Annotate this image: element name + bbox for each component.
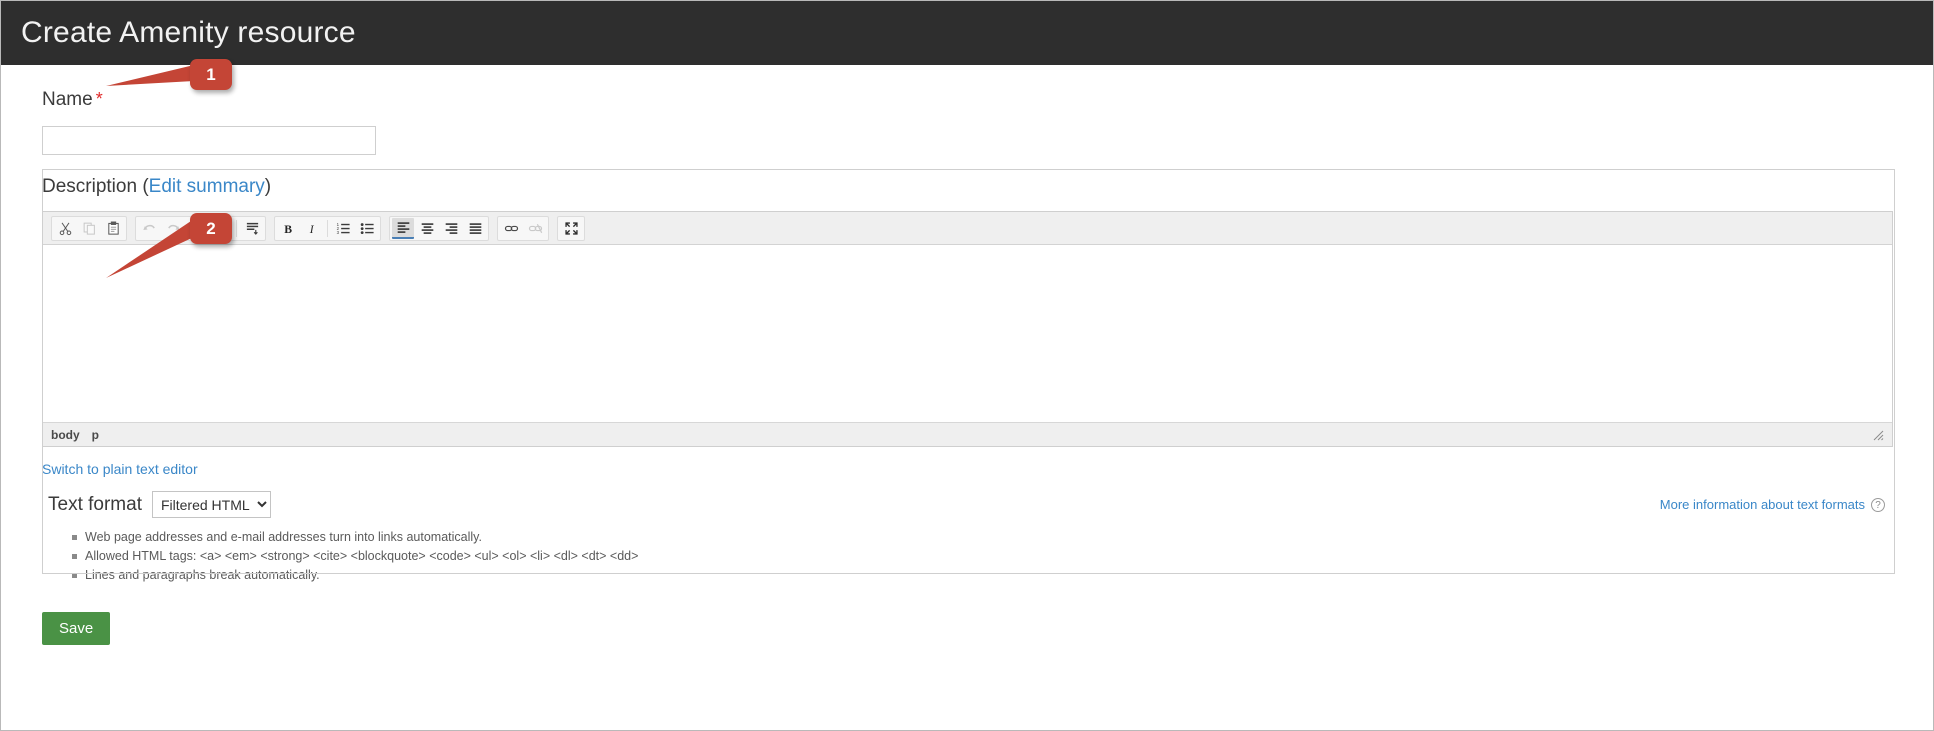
rich-text-editor: b a B I 1 2 3 body p <box>42 211 1893 447</box>
link-icon[interactable] <box>500 218 522 239</box>
toolbar-separator <box>236 219 237 237</box>
format-help-list: Web page addresses and e-mail addresses … <box>42 528 1893 585</box>
bulleted-list-icon[interactable] <box>356 218 378 239</box>
more-info-row: More information about text formats ? <box>1660 497 1885 512</box>
form-content: Name * Description (Edit summary) b a B … <box>1 65 1933 645</box>
save-button[interactable]: Save <box>42 612 111 645</box>
editor-toolbar: b a B I 1 2 3 <box>43 212 1892 245</box>
text-format-label: Text format <box>48 493 142 515</box>
maximize-icon[interactable] <box>560 218 582 239</box>
page-frame: Create Amenity resource Name * Descriptio… <box>0 0 1934 731</box>
svg-text:a: a <box>214 229 218 236</box>
paste-icon[interactable] <box>102 218 124 239</box>
svg-text:B: B <box>284 222 292 235</box>
numbered-list-icon[interactable]: 1 2 3 <box>332 218 354 239</box>
format-help-item: Lines and paragraphs break automatically… <box>72 566 1893 585</box>
toolbar-separator <box>327 219 328 237</box>
bold-icon[interactable]: B <box>277 218 299 239</box>
replace-icon[interactable]: b a <box>210 218 232 239</box>
unlink-icon[interactable] <box>524 218 546 239</box>
path-item-p[interactable]: p <box>92 428 99 442</box>
page-title: Create Amenity resource <box>21 16 356 49</box>
align-right-icon[interactable] <box>440 218 462 239</box>
switch-editor-row: Switch to plain text editor <box>42 461 1933 477</box>
align-justify-icon[interactable] <box>464 218 486 239</box>
editor-content-area[interactable] <box>43 245 1892 422</box>
redo-icon[interactable] <box>162 218 184 239</box>
cut-icon[interactable] <box>54 218 76 239</box>
text-format-block: Text format Filtered HTML More informati… <box>42 491 1893 585</box>
title-bar: Create Amenity resource <box>1 1 1933 65</box>
italic-icon[interactable]: I <box>301 218 323 239</box>
editor-resize-handle[interactable] <box>1872 429 1884 441</box>
description-label: Description <box>42 176 138 197</box>
name-field-label-row: Name * <box>42 65 1933 115</box>
toolbar-group-editing: b a <box>135 215 266 241</box>
remove-format-icon[interactable] <box>241 218 263 239</box>
align-left-icon[interactable] <box>392 217 414 239</box>
name-label: Name <box>42 89 93 110</box>
help-icon[interactable]: ? <box>1871 497 1885 512</box>
copy-icon[interactable] <box>78 218 100 239</box>
format-help-item: Web page addresses and e-mail addresses … <box>72 528 1893 547</box>
switch-to-plain-text-editor-link[interactable]: Switch to plain text editor <box>42 461 198 477</box>
required-asterisk: * <box>95 89 103 109</box>
undo-icon[interactable] <box>138 218 160 239</box>
toolbar-group-links <box>497 215 549 241</box>
find-icon[interactable] <box>186 218 208 239</box>
name-input[interactable] <box>42 126 376 155</box>
toolbar-group-basic-styles: B I 1 2 3 <box>274 215 381 241</box>
format-help-item: Allowed HTML tags: <a> <em> <strong> <ci… <box>72 547 1893 566</box>
svg-text:3: 3 <box>336 230 339 235</box>
text-format-select[interactable]: Filtered HTML <box>151 491 271 518</box>
text-format-row: Text format Filtered HTML <box>42 491 1893 518</box>
path-item-body[interactable]: body <box>51 428 80 442</box>
toolbar-group-tools <box>557 215 585 241</box>
align-center-icon[interactable] <box>416 218 438 239</box>
more-information-about-text-formats-link[interactable]: More information about text formats <box>1660 497 1865 512</box>
edit-summary-link[interactable]: Edit summary <box>149 176 265 197</box>
svg-text:b: b <box>214 222 218 229</box>
toolbar-group-clipboard <box>51 215 127 241</box>
toolbar-group-alignment <box>389 215 489 241</box>
svg-text:I: I <box>308 222 314 235</box>
description-label-row: Description (Edit summary) <box>42 176 1933 202</box>
editor-elements-path: body p <box>43 422 1892 446</box>
paren-close: ) <box>264 176 272 197</box>
